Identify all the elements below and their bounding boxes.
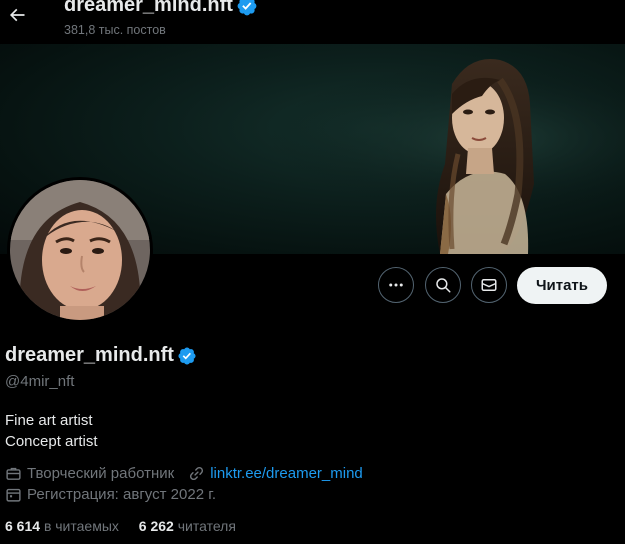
user-handle: @4mir_nft (5, 373, 75, 390)
header-title: dreamer_mind.nft (64, 0, 233, 16)
mail-icon (481, 279, 497, 291)
arrow-left-icon (9, 8, 25, 22)
display-name: dreamer_mind.nft (5, 344, 197, 367)
verified-badge-icon (237, 0, 257, 15)
more-dots-icon (389, 283, 403, 287)
post-count: 381,8 тыс. постов (64, 23, 166, 37)
briefcase-icon (5, 465, 22, 482)
followers-label: читателя (177, 518, 236, 534)
follow-button[interactable]: Читать (517, 267, 607, 304)
calendar-icon (5, 486, 22, 503)
following-count: 6 614 (5, 518, 41, 534)
display-name-text: dreamer_mind.nft (5, 344, 174, 366)
verified-badge-icon[interactable] (177, 346, 197, 366)
profile-category: Творческий работник (27, 465, 175, 482)
search-icon (436, 278, 451, 293)
bio: Fine art artist Concept artist (5, 410, 98, 452)
follow-counts: 6 614 в читаемых 6 262 читателя (5, 518, 236, 534)
profile-meta-row: Регистрация: август 2022 г. (5, 486, 216, 503)
joined-date: Регистрация: август 2022 г. (27, 486, 217, 503)
back-button[interactable] (2, 0, 32, 30)
profile-actions: Читать (0, 267, 625, 305)
page-title: dreamer_mind.nft (64, 0, 258, 17)
profile-link[interactable]: linktr.ee/dreamer_mind (210, 465, 363, 482)
link-icon (188, 465, 205, 482)
profile-meta-row: Творческий работник linktr.ee/dreamer_mi… (5, 465, 363, 482)
followers-link[interactable]: 6 262 читателя (139, 518, 236, 534)
message-button[interactable] (471, 267, 507, 303)
followers-count: 6 262 (138, 518, 174, 534)
following-link[interactable]: 6 614 в читаемых (5, 518, 123, 534)
bio-line: Concept artist (5, 433, 98, 450)
search-button[interactable] (425, 267, 461, 303)
top-bar: dreamer_mind.nft 381,8 тыс. постов (0, 0, 625, 44)
bio-line: Fine art artist (5, 412, 93, 429)
more-button[interactable] (378, 267, 414, 303)
following-label: в читаемых (43, 518, 119, 534)
